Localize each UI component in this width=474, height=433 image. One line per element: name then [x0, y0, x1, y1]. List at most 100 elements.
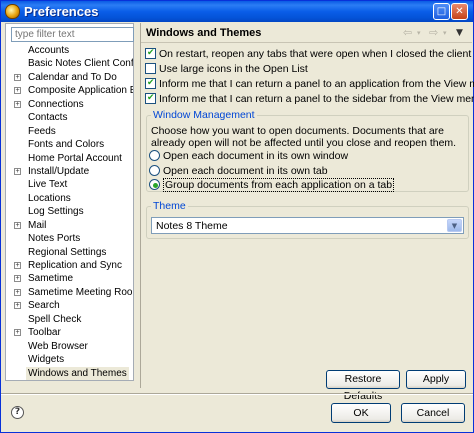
- sidebar-item-label: Live Text: [28, 179, 68, 191]
- maximize-button[interactable]: □: [433, 3, 450, 20]
- preference-page: Windows and Themes ⇦ ▾ ⇨ ▾ ▼ On restart,…: [140, 23, 474, 402]
- page-title: Windows and Themes: [146, 27, 262, 39]
- expand-icon[interactable]: +: [14, 275, 21, 283]
- theme-select-value: Notes 8 Theme: [156, 220, 228, 232]
- sidebar-item[interactable]: Live Text: [6, 178, 133, 191]
- sidebar-item[interactable]: + Composite Application Edit: [6, 84, 133, 97]
- own-tab-radio[interactable]: [149, 164, 160, 176]
- panel-to-application-checkbox[interactable]: [145, 76, 156, 89]
- expand-icon[interactable]: +: [14, 329, 21, 337]
- sidebar-item-label: Regional Settings: [28, 246, 107, 258]
- apply-button[interactable]: Apply: [406, 370, 466, 389]
- sidebar-item[interactable]: Locations: [6, 192, 133, 205]
- option-large-icons[interactable]: Use large icons in the Open List: [145, 62, 308, 77]
- expand-icon[interactable]: +: [14, 100, 21, 108]
- sidebar-item[interactable]: + Calendar and To Do: [6, 71, 133, 84]
- sidebar-item[interactable]: Notes Ports: [6, 232, 133, 245]
- sidebar-item[interactable]: Regional Settings: [6, 246, 133, 259]
- preferences-tree-pane: Accounts Basic Notes Client Configura + Cal…: [5, 23, 134, 381]
- preferences-window: Preferences □ ✕ Accounts Basic Notes Clie…: [0, 0, 474, 433]
- sidebar-item[interactable]: Basic Notes Client Configura: [6, 57, 133, 70]
- expand-icon[interactable]: +: [14, 167, 21, 175]
- sidebar-item-label: Widgets: [28, 354, 65, 366]
- pane-splitter[interactable]: [135, 23, 139, 381]
- sidebar-item-label: Basic Notes Client Configura: [28, 58, 133, 70]
- cancel-button[interactable]: Cancel: [401, 403, 465, 423]
- sidebar-item-label: Windows and Themes: [26, 366, 129, 380]
- back-arrow-icon[interactable]: ⇦: [403, 26, 412, 39]
- sidebar-item[interactable]: Windows and Themes: [6, 366, 133, 380]
- sidebar-item[interactable]: Contacts: [6, 111, 133, 124]
- sidebar-item-label: Contacts: [28, 112, 68, 124]
- radio-own-window[interactable]: Open each document in its own window: [149, 149, 349, 164]
- option-label: Inform me that I can return a panel to t…: [159, 93, 474, 105]
- group-title: Theme: [151, 200, 188, 212]
- sidebar-item-label: Home Portal Account: [28, 152, 122, 164]
- close-button[interactable]: ✕: [451, 3, 468, 20]
- sidebar-item-label: Log Settings: [28, 206, 84, 218]
- sidebar-item[interactable]: + Install/Update: [6, 165, 133, 178]
- footer-divider: [1, 393, 473, 395]
- sidebar-item[interactable]: + Sametime: [6, 272, 133, 285]
- sidebar-item[interactable]: + Replication and Sync: [6, 259, 133, 272]
- own-window-radio[interactable]: [149, 149, 160, 161]
- radio-label: Open each document in its own window: [163, 150, 349, 162]
- sidebar-item[interactable]: + Toolbar: [6, 326, 133, 339]
- sidebar-item-label: Calendar and To Do: [28, 71, 117, 83]
- ok-button[interactable]: OK: [331, 403, 391, 423]
- sidebar-item-label: Sametime: [28, 273, 74, 285]
- theme-select[interactable]: Notes 8 Theme ▼: [151, 217, 464, 234]
- sidebar-item[interactable]: Log Settings: [6, 205, 133, 218]
- sidebar-item-label: Feeds: [28, 125, 56, 137]
- panel-to-sidebar-checkbox[interactable]: [145, 91, 156, 104]
- group-title: Window Management: [151, 109, 257, 121]
- group-documents-radio[interactable]: [149, 178, 160, 190]
- expand-icon[interactable]: +: [14, 288, 21, 296]
- option-label: Use large icons in the Open List: [159, 63, 308, 75]
- sidebar-item-label: Toolbar: [28, 327, 61, 339]
- forward-arrow-icon[interactable]: ⇨: [429, 26, 438, 39]
- sidebar-item[interactable]: Fonts and Colors: [6, 138, 133, 151]
- forward-dropdown-icon[interactable]: ▾: [443, 29, 447, 37]
- sidebar-item-label: Notes Ports: [28, 233, 81, 245]
- option-panel-to-sidebar[interactable]: Inform me that I can return a panel to t…: [145, 91, 474, 107]
- reopen-tabs-checkbox[interactable]: [145, 46, 156, 59]
- expand-icon[interactable]: +: [14, 262, 21, 269]
- title-bar[interactable]: Preferences □ ✕: [1, 1, 473, 22]
- sidebar-item-label: Connections: [28, 98, 84, 110]
- sidebar-item[interactable]: + Sametime Meeting Rooms: [6, 286, 133, 299]
- sidebar-item[interactable]: Widgets: [6, 353, 133, 366]
- sidebar-item[interactable]: Spell Check: [6, 313, 133, 326]
- view-menu-icon[interactable]: ▼: [456, 28, 463, 38]
- option-reopen-tabs[interactable]: On restart, reopen any tabs that were op…: [145, 46, 472, 62]
- expand-icon[interactable]: +: [14, 302, 21, 310]
- back-dropdown-icon[interactable]: ▾: [417, 29, 421, 37]
- option-label: On restart, reopen any tabs that were op…: [159, 48, 472, 60]
- restore-defaults-button[interactable]: Restore Defaults: [326, 370, 400, 402]
- large-icons-checkbox[interactable]: [145, 62, 156, 74]
- expand-icon[interactable]: +: [14, 73, 21, 81]
- radio-own-tab[interactable]: Open each document in its own tab: [149, 164, 328, 179]
- sidebar-item[interactable]: Home Portal Account: [6, 152, 133, 165]
- expand-icon[interactable]: +: [14, 221, 21, 229]
- theme-group: Theme Notes 8 Theme ▼: [146, 200, 469, 239]
- filter-input[interactable]: [11, 27, 134, 42]
- sidebar-item[interactable]: Accounts: [6, 44, 133, 57]
- help-icon[interactable]: ?: [11, 406, 24, 419]
- sidebar-item-label: Replication and Sync: [28, 260, 122, 271]
- chevron-down-icon[interactable]: ▼: [447, 219, 462, 232]
- sidebar-item-label: Composite Application Edit: [28, 85, 133, 97]
- sidebar-item[interactable]: + Connections: [6, 98, 133, 111]
- option-panel-to-application[interactable]: Inform me that I can return a panel to a…: [145, 76, 474, 92]
- sidebar-item[interactable]: Feeds: [6, 125, 133, 138]
- sidebar-item-label: Fonts and Colors: [28, 139, 105, 151]
- preferences-tree: Accounts Basic Notes Client Configura + Cal…: [6, 44, 133, 380]
- sidebar-item[interactable]: + Search: [6, 299, 133, 312]
- expand-icon[interactable]: +: [14, 87, 21, 95]
- sidebar-item[interactable]: Web Browser: [6, 340, 133, 353]
- radio-group-documents[interactable]: Group documents from each application on…: [149, 178, 395, 193]
- sidebar-item-label: Web Browser: [28, 340, 88, 352]
- sidebar-item[interactable]: + Mail: [6, 219, 133, 232]
- sidebar-item-label: Mail: [28, 219, 47, 231]
- window-management-description: Choose how you want to open documents. D…: [151, 125, 457, 149]
